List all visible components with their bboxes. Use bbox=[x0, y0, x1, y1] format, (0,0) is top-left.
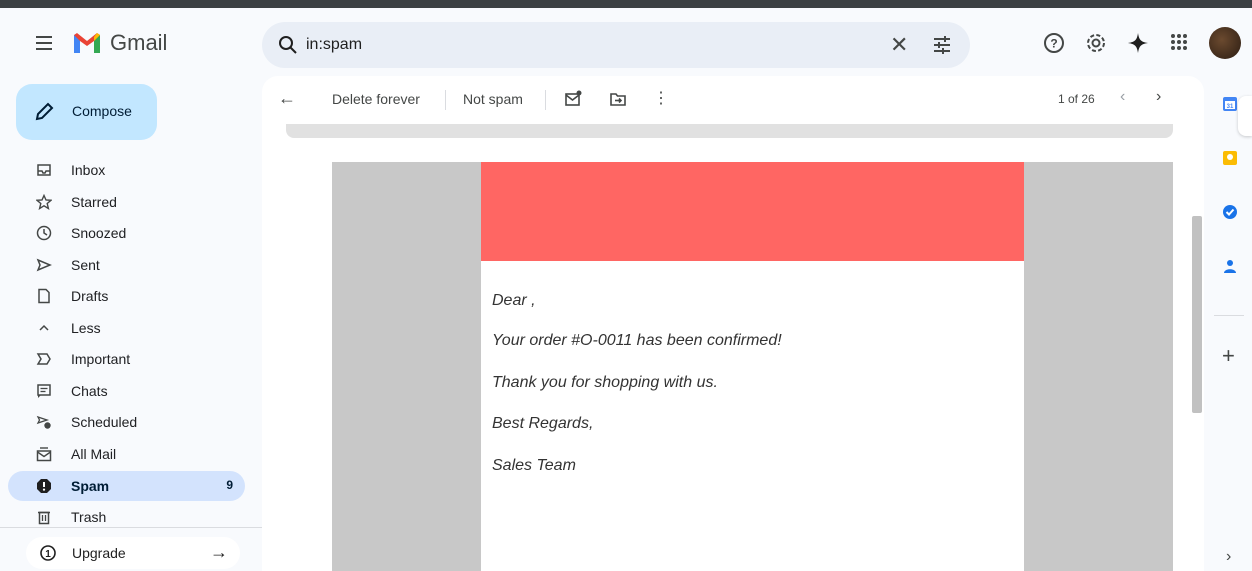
help-icon[interactable]: ? bbox=[1043, 32, 1065, 54]
add-addon-icon[interactable]: + bbox=[1222, 343, 1235, 369]
sidebar-item-less[interactable]: Less bbox=[8, 313, 245, 343]
upgrade-label: Upgrade bbox=[72, 545, 126, 561]
search-icon[interactable] bbox=[278, 35, 298, 55]
compose-button[interactable]: Compose bbox=[16, 84, 157, 140]
keep-icon[interactable] bbox=[1222, 150, 1238, 166]
upgrade-icon: 1 bbox=[40, 545, 56, 561]
sidebar-item-label: Important bbox=[71, 351, 131, 367]
svg-text:1: 1 bbox=[45, 549, 51, 560]
clear-search-icon[interactable]: ✕ bbox=[890, 32, 908, 58]
toolbar-divider bbox=[445, 90, 446, 110]
arrow-right-icon: → bbox=[210, 542, 228, 562]
upgrade-button[interactable]: 1 Upgrade → bbox=[26, 537, 240, 569]
sidebar-item-label: Less bbox=[71, 320, 101, 336]
calendar-icon[interactable]: 31 bbox=[1222, 96, 1238, 112]
clock-icon bbox=[36, 225, 52, 241]
older-chevron-icon[interactable]: › bbox=[1156, 88, 1161, 106]
email-body: Dear , Your order #O-0011 has been confi… bbox=[481, 162, 1024, 571]
gmail-m-icon bbox=[74, 33, 100, 53]
sidebar-item-chats[interactable]: Chats bbox=[8, 376, 245, 406]
more-options-icon[interactable]: ⋮ bbox=[653, 88, 669, 108]
delete-forever-button[interactable]: Delete forever bbox=[332, 91, 420, 107]
message-header-bar bbox=[286, 124, 1173, 138]
contacts-icon[interactable] bbox=[1222, 258, 1238, 274]
sidebar-item-sent[interactable]: Sent bbox=[8, 250, 245, 280]
sidebar-item-label: Trash bbox=[71, 509, 107, 525]
email-order-line: Your order #O-0011 has been confirmed! bbox=[492, 332, 782, 349]
svg-text:?: ? bbox=[1050, 37, 1057, 51]
scheduled-icon bbox=[36, 415, 51, 429]
app-name: Gmail bbox=[110, 30, 168, 55]
message-toolbar: ← Delete forever Not spam ⋮ 1 of 26 ‹ › bbox=[262, 76, 1204, 124]
send-icon bbox=[36, 258, 52, 272]
search-bar[interactable]: in:spam ✕ bbox=[262, 22, 970, 68]
sidebar-divider bbox=[0, 527, 262, 528]
not-spam-button[interactable]: Not spam bbox=[463, 91, 523, 107]
sidebar-item-starred[interactable]: Starred bbox=[8, 187, 245, 217]
email-thanks-line: Thank you for shopping with us. bbox=[492, 374, 718, 391]
sidebar-item-label: Sent bbox=[71, 257, 100, 273]
sidebar-item-label: Drafts bbox=[71, 288, 109, 304]
chevron-up-icon bbox=[39, 324, 49, 331]
important-icon bbox=[36, 353, 51, 365]
settings-gear-icon[interactable] bbox=[1085, 32, 1107, 54]
svg-text:31: 31 bbox=[1227, 104, 1234, 110]
main-menu-icon[interactable] bbox=[36, 36, 52, 50]
spam-icon bbox=[37, 479, 51, 493]
search-input[interactable]: in:spam bbox=[306, 36, 362, 54]
sidebar-item-important[interactable]: Important bbox=[8, 344, 245, 374]
sidebar-item-scheduled[interactable]: Scheduled bbox=[8, 407, 245, 437]
account-avatar[interactable] bbox=[1209, 27, 1241, 59]
sidebar-item-inbox[interactable]: Inbox bbox=[8, 155, 245, 185]
inbox-icon bbox=[37, 164, 51, 176]
gemini-sparkle-icon[interactable] bbox=[1127, 32, 1149, 54]
trash-icon bbox=[38, 511, 50, 525]
scrollbar-thumb[interactable] bbox=[1192, 216, 1202, 413]
sidebar-item-all-mail[interactable]: All Mail bbox=[8, 439, 245, 469]
side-panel-toggle[interactable] bbox=[1238, 96, 1252, 136]
search-options-icon[interactable] bbox=[932, 35, 952, 55]
apps-grid-icon[interactable] bbox=[1169, 32, 1189, 52]
toolbar-divider bbox=[545, 90, 546, 110]
rail-divider bbox=[1214, 315, 1244, 316]
sidebar-item-label: Scheduled bbox=[71, 414, 138, 430]
sidebar-item-drafts[interactable]: Drafts bbox=[8, 281, 245, 311]
pencil-icon bbox=[35, 102, 54, 121]
sidebar-item-label: Starred bbox=[71, 194, 117, 210]
unread-count-badge: 9 bbox=[226, 478, 233, 492]
email-signoff: Best Regards, bbox=[492, 415, 594, 432]
tasks-icon[interactable] bbox=[1222, 204, 1238, 220]
sidebar-item-label: Spam bbox=[71, 478, 110, 494]
move-to-folder-icon[interactable] bbox=[609, 90, 627, 108]
sidebar-item-label: Chats bbox=[71, 383, 108, 399]
mark-unread-icon[interactable] bbox=[564, 90, 582, 108]
sidebar-item-snoozed[interactable]: Snoozed bbox=[8, 218, 245, 248]
chat-icon bbox=[37, 384, 51, 398]
email-signature: Sales Team bbox=[492, 457, 576, 474]
message-view: ← Delete forever Not spam ⋮ 1 of 26 ‹ › … bbox=[262, 76, 1204, 571]
sidebar-item-label: Inbox bbox=[71, 162, 106, 178]
window-top-border bbox=[0, 0, 1252, 8]
draft-icon bbox=[38, 288, 50, 304]
sidebar-item-label: All Mail bbox=[71, 446, 117, 462]
back-arrow-icon[interactable]: ← bbox=[278, 88, 296, 109]
newer-chevron-icon[interactable]: ‹ bbox=[1120, 88, 1125, 106]
sidebar-item-spam[interactable]: Spam 9 bbox=[8, 471, 245, 501]
compose-label: Compose bbox=[72, 103, 132, 119]
pagination-count: 1 of 26 bbox=[1058, 92, 1095, 106]
expand-panel-chevron-icon[interactable]: › bbox=[1226, 548, 1231, 566]
sidebar-item-label: Snoozed bbox=[71, 225, 127, 241]
star-icon bbox=[36, 194, 52, 210]
email-header-banner bbox=[481, 162, 1024, 261]
gmail-logo[interactable]: Gmail bbox=[72, 30, 167, 56]
email-greeting: Dear , bbox=[492, 292, 536, 309]
all-mail-icon bbox=[36, 447, 52, 462]
